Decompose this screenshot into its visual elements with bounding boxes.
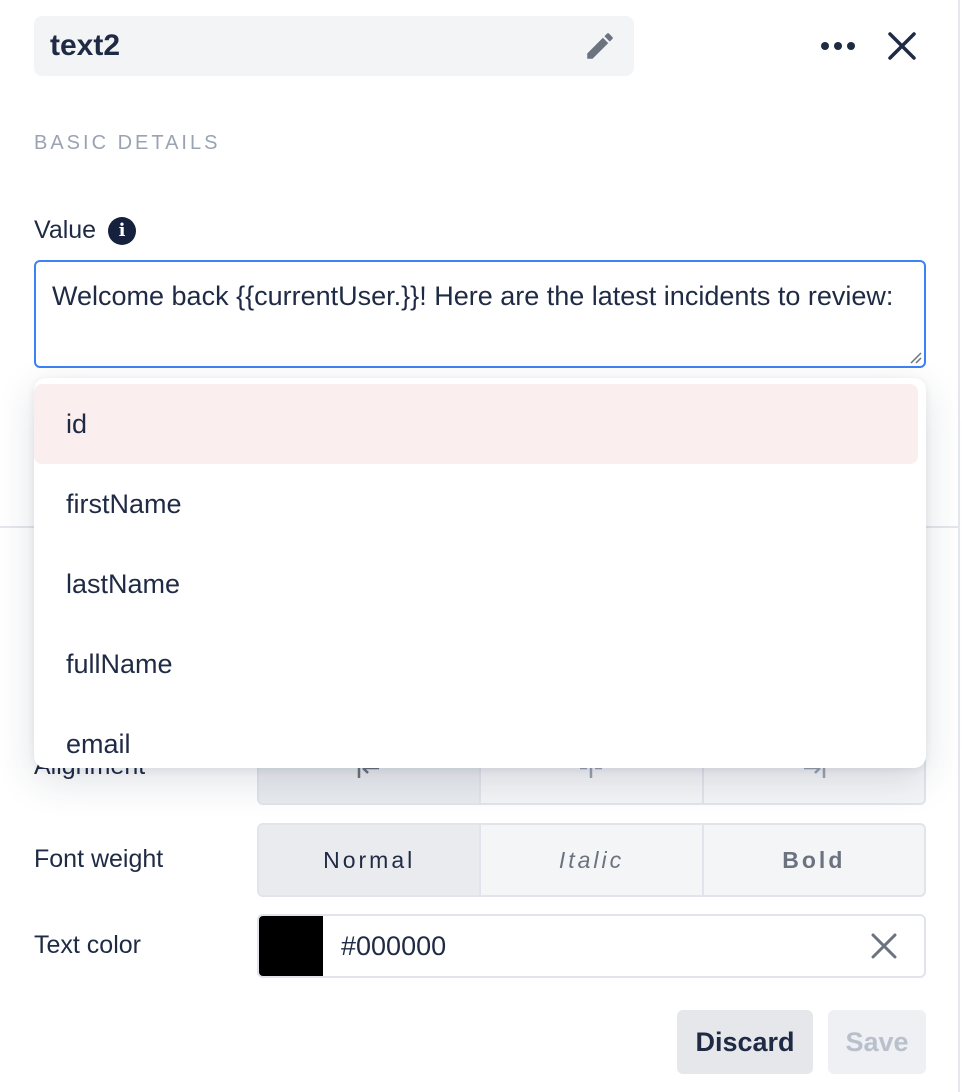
more-options-icon[interactable]: [818, 30, 858, 62]
component-name-field[interactable]: text2: [34, 16, 634, 76]
clear-color-icon[interactable]: [844, 916, 924, 976]
value-label: Value i: [34, 216, 137, 245]
autocomplete-option-lastname[interactable]: lastName: [34, 544, 918, 624]
value-text: Welcome back {{currentUser.}}! Here are …: [52, 281, 894, 311]
component-name: text2: [50, 29, 121, 62]
autocomplete-option-fullname[interactable]: fullName: [34, 624, 918, 704]
inspector-panel: text2 BASIC DETAILS Value i Welcome back…: [0, 0, 960, 1092]
font-weight-bold-button[interactable]: Bold: [704, 825, 924, 895]
color-swatch[interactable]: [259, 916, 323, 976]
font-weight-italic-button[interactable]: Italic: [481, 825, 704, 895]
autocomplete-dropdown: id firstName lastName fullName email: [34, 378, 926, 768]
font-weight-label: Font weight: [34, 845, 164, 873]
text-color-field[interactable]: #000000: [257, 914, 926, 978]
autocomplete-option-id[interactable]: id: [34, 384, 918, 464]
color-hex-value: #000000: [341, 930, 447, 961]
info-icon[interactable]: i: [108, 216, 137, 245]
section-title: BASIC DETAILS: [34, 132, 221, 154]
font-weight-group: Normal Italic Bold: [257, 823, 926, 897]
text-color-label: Text color: [34, 931, 141, 959]
discard-button[interactable]: Discard: [677, 1010, 813, 1074]
font-weight-normal-button[interactable]: Normal: [259, 825, 482, 895]
resize-handle-icon[interactable]: [908, 350, 922, 364]
value-label-text: Value: [34, 216, 97, 244]
close-icon[interactable]: [882, 26, 922, 66]
pencil-icon[interactable]: [582, 28, 618, 64]
save-button[interactable]: Save: [828, 1010, 926, 1074]
autocomplete-option-firstname[interactable]: firstName: [34, 464, 918, 544]
autocomplete-option-email[interactable]: email: [34, 704, 918, 768]
value-textarea[interactable]: Welcome back {{currentUser.}}! Here are …: [34, 260, 926, 368]
